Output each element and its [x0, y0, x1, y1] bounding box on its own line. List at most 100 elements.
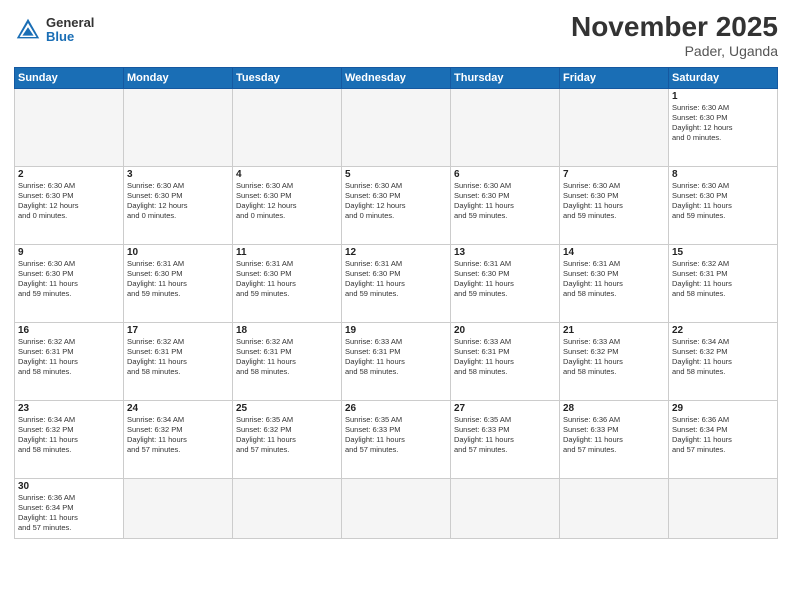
day-number: 30	[18, 481, 120, 492]
calendar-header-saturday: Saturday	[669, 67, 778, 88]
calendar-cell	[124, 88, 233, 166]
day-info: Sunrise: 6:31 AM Sunset: 6:30 PM Dayligh…	[127, 259, 229, 300]
day-info: Sunrise: 6:36 AM Sunset: 6:34 PM Dayligh…	[18, 493, 120, 534]
day-number: 11	[236, 247, 338, 258]
calendar-cell: 17Sunrise: 6:32 AM Sunset: 6:31 PM Dayli…	[124, 322, 233, 400]
day-number: 20	[454, 325, 556, 336]
day-number: 9	[18, 247, 120, 258]
logo: General Blue	[14, 16, 94, 45]
day-info: Sunrise: 6:34 AM Sunset: 6:32 PM Dayligh…	[672, 337, 774, 378]
calendar-cell: 14Sunrise: 6:31 AM Sunset: 6:30 PM Dayli…	[560, 244, 669, 322]
calendar-cell: 1Sunrise: 6:30 AM Sunset: 6:30 PM Daylig…	[669, 88, 778, 166]
calendar-cell: 10Sunrise: 6:31 AM Sunset: 6:30 PM Dayli…	[124, 244, 233, 322]
calendar-cell	[124, 478, 233, 538]
day-info: Sunrise: 6:32 AM Sunset: 6:31 PM Dayligh…	[18, 337, 120, 378]
day-number: 13	[454, 247, 556, 258]
calendar-header-sunday: Sunday	[15, 67, 124, 88]
day-number: 8	[672, 169, 774, 180]
calendar-cell	[560, 88, 669, 166]
day-number: 22	[672, 325, 774, 336]
day-info: Sunrise: 6:32 AM Sunset: 6:31 PM Dayligh…	[127, 337, 229, 378]
location: Pader, Uganda	[571, 43, 778, 59]
calendar-cell: 29Sunrise: 6:36 AM Sunset: 6:34 PM Dayli…	[669, 400, 778, 478]
calendar-cell: 12Sunrise: 6:31 AM Sunset: 6:30 PM Dayli…	[342, 244, 451, 322]
day-info: Sunrise: 6:30 AM Sunset: 6:30 PM Dayligh…	[454, 181, 556, 222]
day-info: Sunrise: 6:30 AM Sunset: 6:30 PM Dayligh…	[672, 103, 774, 144]
day-number: 18	[236, 325, 338, 336]
calendar-cell	[560, 478, 669, 538]
calendar-header-tuesday: Tuesday	[233, 67, 342, 88]
day-number: 7	[563, 169, 665, 180]
calendar-header-monday: Monday	[124, 67, 233, 88]
calendar-header-wednesday: Wednesday	[342, 67, 451, 88]
day-info: Sunrise: 6:35 AM Sunset: 6:32 PM Dayligh…	[236, 415, 338, 456]
logo-svg	[14, 16, 42, 44]
day-info: Sunrise: 6:35 AM Sunset: 6:33 PM Dayligh…	[345, 415, 447, 456]
day-number: 4	[236, 169, 338, 180]
day-info: Sunrise: 6:35 AM Sunset: 6:33 PM Dayligh…	[454, 415, 556, 456]
calendar-cell	[669, 478, 778, 538]
calendar-cell: 23Sunrise: 6:34 AM Sunset: 6:32 PM Dayli…	[15, 400, 124, 478]
calendar-cell: 26Sunrise: 6:35 AM Sunset: 6:33 PM Dayli…	[342, 400, 451, 478]
day-info: Sunrise: 6:30 AM Sunset: 6:30 PM Dayligh…	[18, 181, 120, 222]
day-info: Sunrise: 6:32 AM Sunset: 6:31 PM Dayligh…	[236, 337, 338, 378]
calendar-cell	[342, 478, 451, 538]
day-number: 5	[345, 169, 447, 180]
day-info: Sunrise: 6:31 AM Sunset: 6:30 PM Dayligh…	[563, 259, 665, 300]
calendar-cell	[15, 88, 124, 166]
calendar-cell: 4Sunrise: 6:30 AM Sunset: 6:30 PM Daylig…	[233, 166, 342, 244]
day-number: 29	[672, 403, 774, 414]
calendar-header-row: SundayMondayTuesdayWednesdayThursdayFrid…	[15, 67, 778, 88]
calendar-week-row: 16Sunrise: 6:32 AM Sunset: 6:31 PM Dayli…	[15, 322, 778, 400]
calendar-cell: 13Sunrise: 6:31 AM Sunset: 6:30 PM Dayli…	[451, 244, 560, 322]
calendar-table: SundayMondayTuesdayWednesdayThursdayFrid…	[14, 67, 778, 539]
day-info: Sunrise: 6:33 AM Sunset: 6:31 PM Dayligh…	[345, 337, 447, 378]
day-number: 2	[18, 169, 120, 180]
day-info: Sunrise: 6:30 AM Sunset: 6:30 PM Dayligh…	[672, 181, 774, 222]
logo-general-text: General	[46, 16, 94, 30]
day-number: 17	[127, 325, 229, 336]
day-info: Sunrise: 6:30 AM Sunset: 6:30 PM Dayligh…	[127, 181, 229, 222]
day-number: 24	[127, 403, 229, 414]
day-info: Sunrise: 6:32 AM Sunset: 6:31 PM Dayligh…	[672, 259, 774, 300]
calendar-cell: 7Sunrise: 6:30 AM Sunset: 6:30 PM Daylig…	[560, 166, 669, 244]
calendar-cell: 30Sunrise: 6:36 AM Sunset: 6:34 PM Dayli…	[15, 478, 124, 538]
day-info: Sunrise: 6:34 AM Sunset: 6:32 PM Dayligh…	[18, 415, 120, 456]
day-number: 1	[672, 91, 774, 102]
day-info: Sunrise: 6:30 AM Sunset: 6:30 PM Dayligh…	[563, 181, 665, 222]
day-number: 27	[454, 403, 556, 414]
day-number: 12	[345, 247, 447, 258]
day-info: Sunrise: 6:30 AM Sunset: 6:30 PM Dayligh…	[345, 181, 447, 222]
calendar-cell: 27Sunrise: 6:35 AM Sunset: 6:33 PM Dayli…	[451, 400, 560, 478]
day-info: Sunrise: 6:30 AM Sunset: 6:30 PM Dayligh…	[18, 259, 120, 300]
calendar-week-row: 23Sunrise: 6:34 AM Sunset: 6:32 PM Dayli…	[15, 400, 778, 478]
calendar-cell: 19Sunrise: 6:33 AM Sunset: 6:31 PM Dayli…	[342, 322, 451, 400]
day-info: Sunrise: 6:34 AM Sunset: 6:32 PM Dayligh…	[127, 415, 229, 456]
day-number: 10	[127, 247, 229, 258]
calendar-cell	[451, 478, 560, 538]
day-number: 15	[672, 247, 774, 258]
calendar-header-friday: Friday	[560, 67, 669, 88]
day-info: Sunrise: 6:36 AM Sunset: 6:34 PM Dayligh…	[672, 415, 774, 456]
day-info: Sunrise: 6:31 AM Sunset: 6:30 PM Dayligh…	[454, 259, 556, 300]
title-block: November 2025 Pader, Uganda	[571, 12, 778, 59]
day-number: 26	[345, 403, 447, 414]
calendar-header-thursday: Thursday	[451, 67, 560, 88]
day-number: 16	[18, 325, 120, 336]
calendar-cell: 15Sunrise: 6:32 AM Sunset: 6:31 PM Dayli…	[669, 244, 778, 322]
day-number: 28	[563, 403, 665, 414]
calendar-cell: 9Sunrise: 6:30 AM Sunset: 6:30 PM Daylig…	[15, 244, 124, 322]
day-number: 25	[236, 403, 338, 414]
calendar-week-row: 30Sunrise: 6:36 AM Sunset: 6:34 PM Dayli…	[15, 478, 778, 538]
calendar-cell: 22Sunrise: 6:34 AM Sunset: 6:32 PM Dayli…	[669, 322, 778, 400]
calendar-cell: 16Sunrise: 6:32 AM Sunset: 6:31 PM Dayli…	[15, 322, 124, 400]
month-title: November 2025	[571, 12, 778, 43]
day-info: Sunrise: 6:31 AM Sunset: 6:30 PM Dayligh…	[345, 259, 447, 300]
logo-blue-text: Blue	[46, 30, 94, 44]
calendar-cell: 18Sunrise: 6:32 AM Sunset: 6:31 PM Dayli…	[233, 322, 342, 400]
day-number: 14	[563, 247, 665, 258]
calendar-cell: 6Sunrise: 6:30 AM Sunset: 6:30 PM Daylig…	[451, 166, 560, 244]
calendar-cell	[233, 88, 342, 166]
day-number: 21	[563, 325, 665, 336]
calendar-cell	[233, 478, 342, 538]
